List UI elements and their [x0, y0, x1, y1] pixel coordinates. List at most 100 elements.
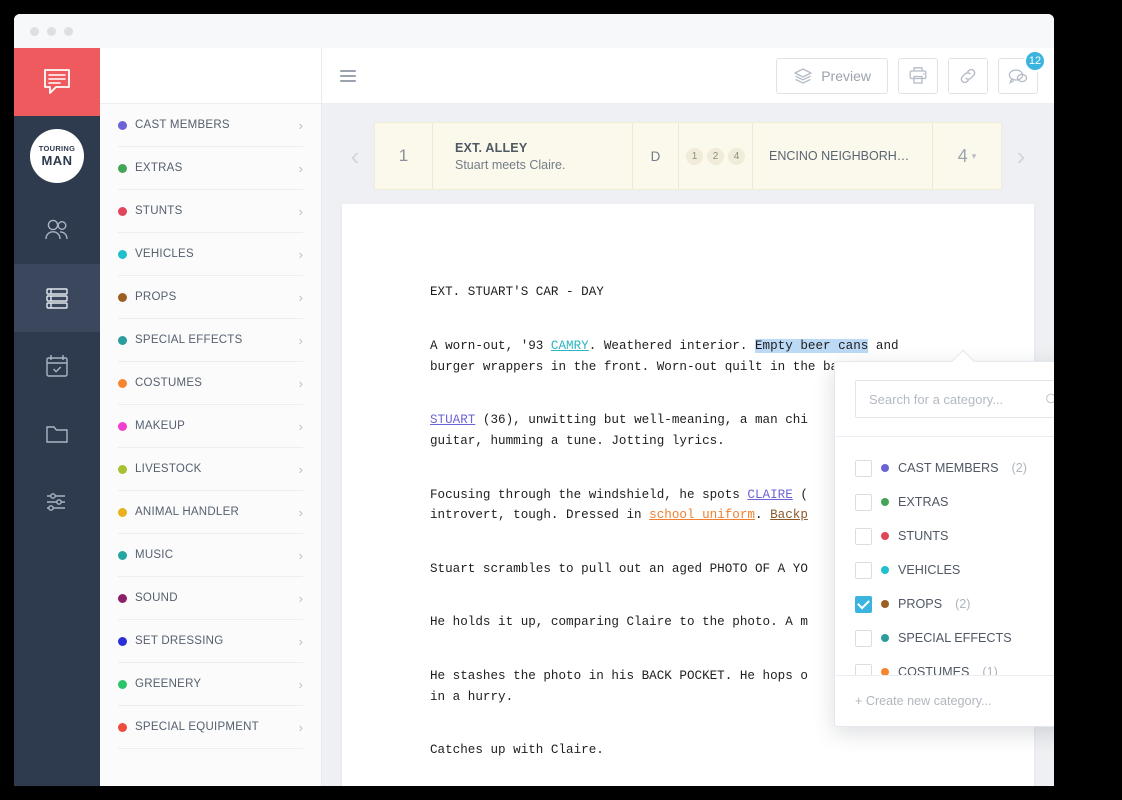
tag-camry[interactable]: CAMRY	[551, 339, 589, 353]
sidebar-item[interactable]: SET DRESSING ›	[118, 620, 303, 663]
category-checkbox[interactable]	[855, 561, 872, 579]
sidebar-item[interactable]: SPECIAL EFFECTS ›	[118, 319, 303, 362]
category-color-dot	[118, 206, 127, 216]
category-picker-popup: CAST MEMBERS (2) EXTRAS STUNTS VEHICLES PROPS…	[834, 349, 1054, 727]
action-text: Focusing through the windshield, he spot…	[430, 487, 748, 502]
sidebar-item[interactable]: LIVESTOCK ›	[118, 448, 303, 491]
sidebar-item-label: SPECIAL EFFECTS	[135, 334, 243, 346]
category-option[interactable]: CAST MEMBERS (2)	[835, 451, 1054, 485]
sidebar-item-label: SOUND	[135, 592, 178, 604]
action-text: A worn-out, '93	[430, 339, 551, 354]
app-logo[interactable]	[14, 48, 100, 116]
sidebar-item-label: EXTRAS	[135, 162, 183, 174]
sidebar-item[interactable]: CAST MEMBERS ›	[118, 104, 303, 147]
project-avatar-line1: TOURING	[38, 144, 76, 154]
project-avatar[interactable]: TOURING MAN	[14, 116, 100, 196]
chevron-right-icon: ›	[298, 246, 303, 262]
category-checkbox[interactable]	[855, 459, 872, 477]
category-checkbox[interactable]	[855, 663, 872, 675]
category-checkbox[interactable]	[855, 493, 872, 511]
sidebar-item[interactable]: MUSIC ›	[118, 534, 303, 577]
layers-icon	[794, 67, 812, 84]
category-checkbox[interactable]	[855, 527, 872, 545]
search-box[interactable]	[855, 380, 1054, 418]
sidebar-item-label: SPECIAL EQUIPMENT	[135, 721, 259, 733]
popup-search-area	[835, 362, 1054, 436]
sidebar-item-label: VEHICLES	[135, 248, 194, 260]
comments-button[interactable]: 12	[998, 49, 1046, 94]
category-checkbox[interactable]	[855, 629, 872, 647]
tag-school-uniform[interactable]: school uniform	[649, 508, 755, 522]
chevron-right-icon: ›	[298, 504, 303, 520]
comment-bubbles-icon	[1008, 68, 1028, 84]
print-button[interactable]	[898, 57, 938, 94]
scene-tag-pill: 1	[686, 147, 703, 165]
sidebar-item-label: COSTUMES	[135, 377, 203, 389]
sidebar-item[interactable]: PROPS ›	[118, 276, 303, 319]
scene-tag-pill: 2	[707, 147, 724, 165]
toolbar-actions: Preview 12	[776, 49, 1046, 94]
window-minimize-dot[interactable]	[47, 26, 56, 36]
category-color-dot	[881, 532, 889, 540]
stripboard-icon	[46, 288, 68, 309]
sidebar-item[interactable]: VEHICLES ›	[118, 233, 303, 276]
category-option[interactable]: VEHICLES	[835, 553, 1054, 587]
category-color-dot	[881, 600, 889, 608]
magnifier-icon	[1046, 393, 1054, 403]
sidebar-item[interactable]: MAKEUP ›	[118, 405, 303, 448]
rail-item-settings[interactable]	[14, 468, 100, 536]
sidebar-item-label: MUSIC	[135, 549, 174, 561]
category-color-dot	[118, 593, 127, 603]
rail-item-cast[interactable]	[14, 196, 100, 264]
top-toolbar: Preview 12	[322, 48, 1054, 104]
rail-item-stripboard[interactable]	[14, 264, 100, 332]
rail-item-schedule[interactable]	[14, 332, 100, 400]
category-option[interactable]: STUNTS	[835, 519, 1054, 553]
category-option-count: (2)	[955, 597, 971, 611]
hamburger-icon[interactable]	[340, 69, 356, 82]
preview-button[interactable]: Preview	[776, 57, 888, 94]
category-option[interactable]: PROPS (2)	[835, 587, 1054, 621]
category-checkbox-list: CAST MEMBERS (2) EXTRAS STUNTS VEHICLES PROPS…	[835, 436, 1054, 676]
sidebar-item-label: STUNTS	[135, 205, 183, 217]
tag-claire[interactable]: CLAIRE	[747, 488, 792, 502]
tag-backpack[interactable]: Backp	[770, 508, 808, 522]
sidebar-item[interactable]: COSTUMES ›	[118, 362, 303, 405]
sidebar-item[interactable]: GREENERY ›	[118, 663, 303, 706]
scene-tag-pill: 4	[728, 147, 745, 165]
scene-heading: EXT. ALLEY	[455, 140, 528, 155]
window-maximize-dot[interactable]	[64, 26, 73, 36]
rail-item-files[interactable]	[14, 400, 100, 468]
scene-synopsis: Stuart meets Claire.	[455, 157, 566, 172]
selected-text[interactable]: Empty beer cans	[754, 339, 869, 354]
sidebar-item[interactable]: ANIMAL HANDLER ›	[118, 491, 303, 534]
category-option-label: VEHICLES	[898, 563, 961, 577]
link-button[interactable]	[948, 57, 988, 94]
category-color-dot	[118, 464, 127, 474]
chevron-right-icon: ›	[298, 160, 303, 176]
category-checkbox[interactable]	[855, 595, 872, 613]
preview-label: Preview	[821, 67, 871, 84]
prev-scene-button[interactable]: ‹	[342, 141, 368, 172]
category-option[interactable]: COSTUMES (1)	[835, 655, 1054, 675]
category-color-dot	[118, 335, 127, 345]
scene-page-count[interactable]: 4 ▾	[933, 123, 1001, 189]
sidebar-item[interactable]: SOUND ›	[118, 577, 303, 620]
sidebar-item[interactable]: SPECIAL EQUIPMENT ›	[118, 706, 303, 749]
next-scene-button[interactable]: ›	[1008, 141, 1034, 172]
category-option[interactable]: EXTRAS	[835, 485, 1054, 519]
category-sidebar: CAST MEMBERS › EXTRAS › STUNTS › VEHICLES › PROP…	[100, 48, 322, 786]
calendar-check-icon	[46, 355, 68, 377]
scene-day-night: D	[633, 123, 679, 189]
sidebar-item[interactable]: STUNTS ›	[118, 190, 303, 233]
category-option-label: PROPS	[898, 597, 943, 611]
tag-stuart[interactable]: STUART	[430, 413, 475, 427]
scene-tag-pills: 124	[679, 123, 753, 189]
scene-strip[interactable]: 1 EXT. ALLEY Stuart meets Claire. D 124 …	[374, 122, 1002, 190]
create-category-link[interactable]: + Create new category...	[855, 694, 992, 708]
sidebar-item[interactable]: EXTRAS ›	[118, 147, 303, 190]
category-option[interactable]: SPECIAL EFFECTS	[835, 621, 1054, 655]
window-close-dot[interactable]	[30, 26, 39, 36]
sidebar-item-label: SET DRESSING	[135, 635, 224, 647]
search-input[interactable]	[869, 391, 1045, 407]
